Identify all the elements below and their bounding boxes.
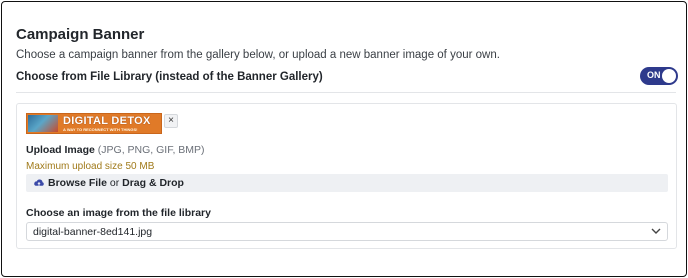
upload-label-text: Upload Image — [26, 144, 95, 156]
file-library-label: Choose an image from the file library — [26, 207, 211, 219]
section-description: Choose a campaign banner from the galler… — [16, 49, 500, 61]
banner-preview-subtitle: A WAY TO RECONNECT WITH THINGS! — [63, 127, 138, 132]
library-toggle-label: Choose from File Library (instead of the… — [16, 71, 323, 83]
toggle-state-text: ON — [647, 70, 661, 80]
file-library-select[interactable]: digital-banner-8ed141.jpg — [26, 222, 668, 241]
dropzone-text: Browse File or Drag & Drop — [48, 177, 184, 189]
banner-preview-title: DIGITAL DETOX — [63, 115, 151, 127]
file-dropzone[interactable]: Browse File or Drag & Drop — [26, 174, 668, 192]
upload-image-label: Upload Image (JPG, PNG, GIF, BMP) — [26, 144, 205, 156]
upload-panel: DIGITAL DETOX A WAY TO RECONNECT WITH TH… — [16, 103, 677, 249]
banner-art — [28, 115, 58, 132]
library-toggle[interactable]: ON — [640, 67, 678, 85]
divider — [16, 92, 676, 93]
upload-file-types: (JPG, PNG, GIF, BMP) — [97, 144, 205, 156]
cloud-upload-icon — [34, 179, 44, 186]
dropzone-or: or — [109, 177, 120, 189]
banner-preview-image: DIGITAL DETOX A WAY TO RECONNECT WITH TH… — [26, 113, 162, 134]
toggle-knob — [662, 69, 676, 83]
drag-drop-text: Drag & Drop — [122, 177, 184, 189]
max-upload-size: Maximum upload size 50 MB — [26, 161, 155, 172]
chevron-down-icon — [651, 228, 661, 234]
campaign-banner-card: Campaign Banner Choose a campaign banner… — [1, 1, 687, 277]
browse-file-link[interactable]: Browse File — [48, 177, 107, 189]
close-icon: × — [168, 115, 174, 126]
remove-banner-button[interactable]: × — [164, 114, 178, 128]
section-title: Campaign Banner — [16, 26, 145, 43]
file-library-selected-value: digital-banner-8ed141.jpg — [33, 226, 153, 238]
